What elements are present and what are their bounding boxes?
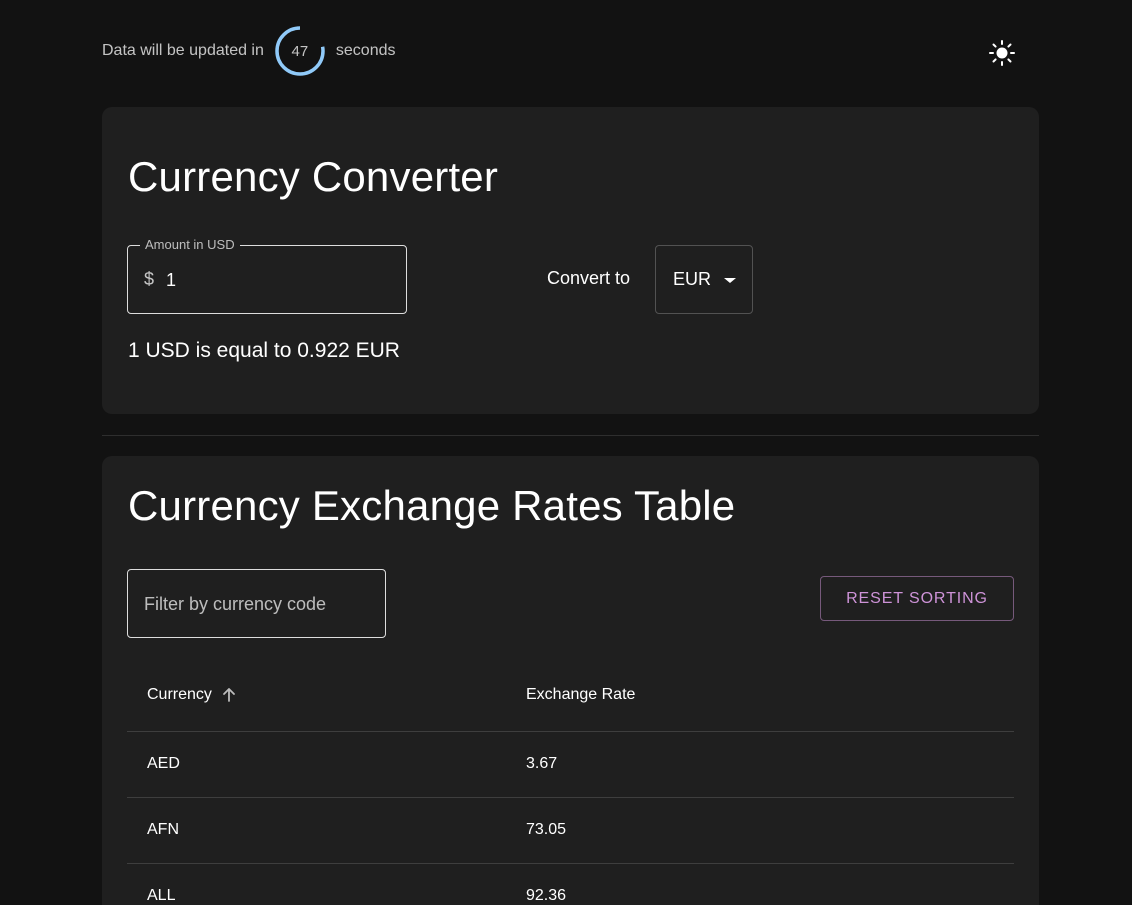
rates-title: Currency Exchange Rates Table <box>128 482 736 529</box>
exchange-rate-cell: 92.36 <box>506 863 1014 905</box>
theme-toggle-button[interactable] <box>984 35 1020 71</box>
filter-field[interactable] <box>127 569 386 638</box>
amount-field[interactable]: Amount in USD $ <box>127 237 407 314</box>
countdown-value: 47 <box>291 42 309 60</box>
column-header-label: Currency <box>147 686 212 704</box>
update-prefix-text: Data will be updated in <box>102 42 264 59</box>
update-status: Data will be updated in 47 seconds <box>102 24 395 78</box>
table-row[interactable]: AFN 73.05 <box>127 797 1014 864</box>
exchange-rates-card: Currency Exchange Rates Table RESET SORT… <box>102 456 1039 905</box>
caret-down-icon <box>724 278 736 283</box>
table-header-row: Currency Exchange Rate <box>127 660 1014 732</box>
amount-label: Amount in USD <box>140 237 240 252</box>
app-root: Data will be updated in 47 seconds Curre… <box>0 0 1132 905</box>
arrow-up-icon[interactable] <box>220 686 238 704</box>
exchange-rate-cell: 3.67 <box>506 731 1014 798</box>
currency-code-cell: AFN <box>127 797 506 864</box>
currency-code-cell: ALL <box>127 863 506 905</box>
table-row[interactable]: ALL 92.36 <box>127 863 1014 905</box>
filter-input[interactable] <box>144 588 374 620</box>
update-suffix-text: seconds <box>335 42 396 59</box>
conversion-result: 1 USD is equal to 0.922 EUR <box>128 339 400 362</box>
convert-to-label: Convert to <box>547 268 631 288</box>
currency-code-cell: AED <box>127 731 506 798</box>
reset-sorting-button[interactable]: RESET SORTING <box>820 576 1014 621</box>
rates-table: Currency Exchange Rate AED 3.67 AFN 73.0… <box>127 660 1014 905</box>
converter-title: Currency Converter <box>128 153 499 200</box>
sun-icon <box>989 40 1015 66</box>
exchange-rate-cell: 73.05 <box>506 797 1014 864</box>
amount-input[interactable] <box>166 264 386 296</box>
section-divider <box>102 435 1039 436</box>
column-header-exchange-rate[interactable]: Exchange Rate <box>506 660 1014 732</box>
table-row[interactable]: AED 3.67 <box>127 731 1014 798</box>
column-header-label: Exchange Rate <box>526 686 636 704</box>
selected-currency: EUR <box>673 269 712 289</box>
column-header-currency[interactable]: Currency <box>127 660 506 732</box>
countdown-timer: 47 <box>274 25 326 77</box>
dollar-prefix: $ <box>144 269 155 289</box>
currency-converter-card: Currency Converter Amount in USD $ Conve… <box>102 107 1039 414</box>
currency-select[interactable]: EUR <box>655 245 753 314</box>
